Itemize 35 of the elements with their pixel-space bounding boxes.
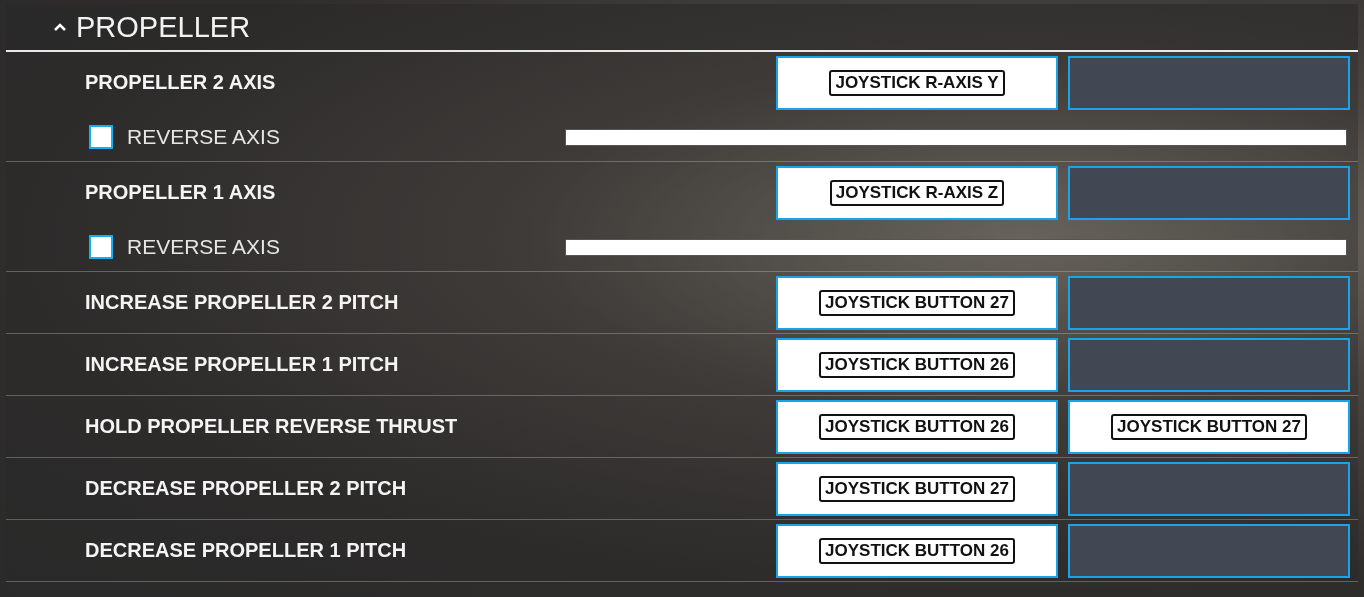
key-label: JOYSTICK BUTTON 27 <box>1111 413 1307 440</box>
binding-slot[interactable]: JOYSTICK BUTTON 27 <box>1068 399 1350 454</box>
key-label: JOYSTICK BUTTON 26 <box>819 413 1015 440</box>
key-label: JOYSTICK BUTTON 26 <box>819 537 1015 564</box>
binding-slot[interactable]: JOYSTICK R-AXIS Y <box>776 55 1058 110</box>
control-label: INCREASE PROPELLER 1 PITCH <box>84 353 400 376</box>
empty-binding-slot[interactable] <box>1068 461 1350 516</box>
section-title: PROPELLER <box>76 10 251 44</box>
empty-binding-slot[interactable] <box>1068 165 1350 220</box>
key-label: JOYSTICK BUTTON 26 <box>819 351 1015 378</box>
checkbox-label: REVERSE AXIS <box>127 125 281 149</box>
empty-binding-slot[interactable] <box>1068 523 1350 578</box>
key-label: JOYSTICK R-AXIS Z <box>829 179 1005 206</box>
binding-slot[interactable]: JOYSTICK BUTTON 27 <box>776 461 1058 516</box>
control-label: INCREASE PROPELLER 2 PITCH <box>84 291 400 314</box>
control-label: DECREASE PROPELLER 1 PITCH <box>84 539 408 562</box>
control-label: DECREASE PROPELLER 2 PITCH <box>84 477 408 500</box>
section-header[interactable]: PROPELLER <box>6 4 1358 52</box>
empty-binding-slot[interactable] <box>1068 337 1350 392</box>
key-label: JOYSTICK BUTTON 27 <box>819 475 1015 502</box>
empty-binding-slot[interactable] <box>1068 275 1350 330</box>
control-label: HOLD PROPELLER REVERSE THRUST <box>84 415 459 438</box>
control-label: PROPELLER 1 AXIS <box>84 181 277 204</box>
binding-slot[interactable]: JOYSTICK R-AXIS Z <box>776 165 1058 220</box>
binding-slot[interactable]: JOYSTICK BUTTON 26 <box>776 337 1058 392</box>
key-label: JOYSTICK R-AXIS Y <box>829 69 1005 96</box>
empty-binding-slot[interactable] <box>1068 55 1350 110</box>
control-label: PROPELLER 2 AXIS <box>84 71 277 94</box>
checkbox[interactable] <box>89 235 113 259</box>
binding-slot[interactable]: JOYSTICK BUTTON 26 <box>776 523 1058 578</box>
binding-slot[interactable]: JOYSTICK BUTTON 26 <box>776 399 1058 454</box>
binding-slot[interactable]: JOYSTICK BUTTON 27 <box>776 275 1058 330</box>
checkbox[interactable] <box>89 125 113 149</box>
key-label: JOYSTICK BUTTON 27 <box>819 289 1015 316</box>
checkbox-label: REVERSE AXIS <box>127 235 281 259</box>
